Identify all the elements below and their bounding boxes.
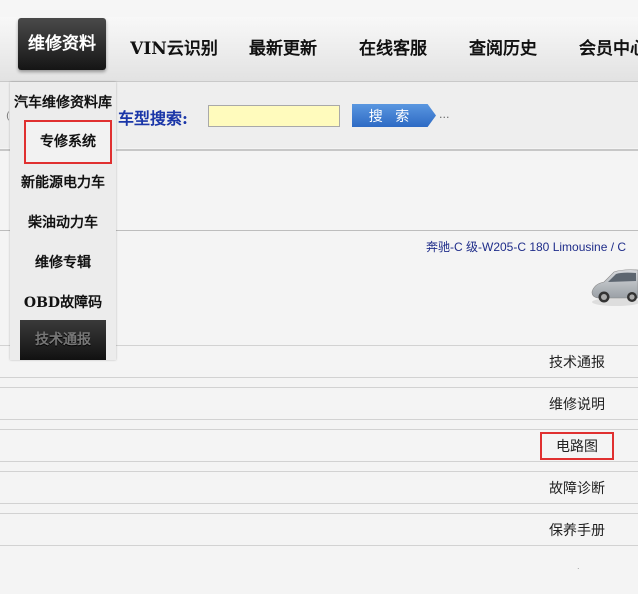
car-image bbox=[591, 269, 638, 306]
dropdown-item-diesel[interactable]: 柴油动力车 bbox=[10, 212, 116, 232]
dropdown-item-new-energy[interactable]: 新能源电力车 bbox=[10, 172, 116, 192]
list-item-label[interactable]: 保养手册 bbox=[549, 520, 605, 540]
nav-vin-recognition[interactable]: VIN云识别 bbox=[122, 17, 226, 81]
list-item-fault-diagnosis[interactable]: 故障诊断 bbox=[0, 471, 638, 504]
dropdown-item-tech-bulletin[interactable]: 技术通报 bbox=[20, 320, 106, 360]
dropdown-item-specialty-system[interactable]: 专修系统 bbox=[24, 120, 112, 164]
list-item-wiring-diagram[interactable]: 电路图 bbox=[0, 429, 638, 462]
list-item-label[interactable]: 故障诊断 bbox=[549, 478, 605, 498]
search-input[interactable] bbox=[208, 105, 340, 127]
dropdown-item-repair-album[interactable]: 维修专辑 bbox=[10, 252, 116, 272]
list-item-label[interactable]: 维修说明 bbox=[549, 394, 605, 414]
footer-dot: . bbox=[577, 562, 580, 571]
nav-history[interactable]: 查阅历史 bbox=[456, 17, 550, 81]
repair-data-dropdown: 汽车维修资料库 专修系统 新能源电力车 柴油动力车 维修专辑 OBD故障码 技术… bbox=[10, 82, 116, 360]
nav-latest-updates[interactable]: 最新更新 bbox=[236, 17, 330, 81]
dropdown-item-obd-codes[interactable]: OBD故障码 bbox=[10, 292, 116, 312]
nav-member-center[interactable]: 会员中心 bbox=[566, 17, 638, 81]
list-item-maintenance-manual[interactable]: 保养手册 bbox=[0, 513, 638, 546]
list-item-label[interactable]: 电路图 bbox=[540, 432, 614, 460]
search-label: 车型搜索: bbox=[118, 109, 188, 128]
dropdown-overflow-text: ( bbox=[6, 111, 10, 122]
dropdown-item-repair-library[interactable]: 汽车维修资料库 bbox=[10, 92, 116, 112]
nav-repair-data[interactable]: 维修资料 bbox=[18, 18, 106, 70]
vehicle-breadcrumb[interactable]: 奔驰-C 级-W205-C 180 Limousine / C bbox=[426, 238, 626, 255]
search-button[interactable]: 搜 索 bbox=[352, 104, 436, 127]
list-item-label[interactable]: 技术通报 bbox=[549, 352, 605, 372]
list-item-repair-instructions[interactable]: 维修说明 bbox=[0, 387, 638, 420]
top-strip bbox=[0, 0, 638, 17]
search-more-text: ... bbox=[439, 108, 450, 121]
main-nav: 维修资料 VIN云识别 最新更新 在线客服 查阅历史 会员中心 bbox=[0, 17, 638, 82]
nav-online-service[interactable]: 在线客服 bbox=[346, 17, 440, 81]
